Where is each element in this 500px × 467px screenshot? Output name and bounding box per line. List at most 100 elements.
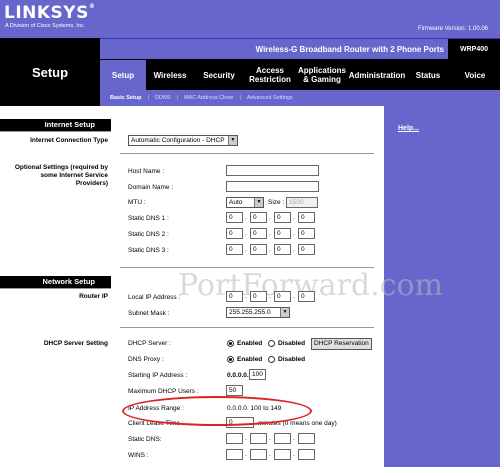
ip-separator: .: [245, 230, 247, 237]
section-divider: [0, 288, 111, 289]
subtab-separator: |: [176, 95, 178, 101]
dhcp-static-dns-label: Static DNS:: [128, 436, 162, 443]
subnet-mask-label: Subnet Mask :: [128, 310, 170, 317]
ip-separator: .: [293, 435, 295, 442]
subnet-mask-select[interactable]: 255.255.255.0 ▼: [226, 307, 290, 318]
dhcp-disabled-radio[interactable]: [268, 340, 275, 347]
tab-wireless[interactable]: Wireless: [146, 60, 194, 90]
ip-separator: .: [293, 246, 295, 253]
ip-octet-input[interactable]: [298, 433, 315, 444]
subtab-advanced-settings[interactable]: Advanced Settings: [247, 95, 293, 101]
dhcp-enabled-radio[interactable]: [227, 340, 234, 347]
ip-octet-input[interactable]: 0: [250, 212, 267, 223]
ip-octet-input[interactable]: [274, 433, 291, 444]
ip-octet-input[interactable]: 0: [274, 228, 291, 239]
dns-proxy-disabled-label: Disabled: [278, 356, 306, 363]
ip-separator: .: [245, 451, 247, 458]
ip-octet-input[interactable]: 0: [298, 212, 315, 223]
label-router-ip: Router IP: [79, 293, 108, 300]
help-link[interactable]: Help...: [398, 125, 419, 132]
logo-text: LINKSYS: [4, 3, 89, 23]
ip-octet-input[interactable]: [274, 449, 291, 460]
tab-administration[interactable]: Administration: [348, 60, 406, 90]
ip-octet-input[interactable]: 0: [274, 291, 291, 302]
dhcp-reservation-button[interactable]: DHCP Reservation: [311, 338, 372, 350]
chevron-down-icon: ▼: [228, 136, 237, 145]
ip-octet-input[interactable]: 0: [226, 244, 243, 255]
host-name-input[interactable]: [226, 165, 319, 176]
product-bar: Wireless-G Broadband Router with 2 Phone…: [100, 38, 500, 59]
dhcp-server-label: DHCP Server :: [128, 340, 171, 347]
section-internet-setup: Internet Setup: [0, 119, 101, 131]
mtu-select[interactable]: Auto ▼: [226, 197, 264, 208]
model-number: WRP400: [448, 39, 500, 59]
ip-octet-input[interactable]: 0: [274, 244, 291, 255]
dns-proxy-label: DNS Proxy :: [128, 356, 164, 363]
static-dns2-label: Static DNS 2 :: [128, 231, 169, 238]
starting-ip-label: Starting IP Address :: [128, 372, 188, 379]
ip-separator: .: [293, 230, 295, 237]
tab-access-restriction[interactable]: Access Restriction: [244, 60, 296, 90]
static-dns1-label: Static DNS 1 :: [128, 215, 169, 222]
max-dhcp-users-label: Maximum DHCP Users :: [128, 388, 199, 395]
ip-octet-input[interactable]: [250, 449, 267, 460]
label-dhcp-server-setting: DHCP Server Setting: [43, 340, 108, 347]
ip-octet-input[interactable]: [226, 433, 243, 444]
ip-octet-input[interactable]: 0: [226, 228, 243, 239]
ip-separator: .: [269, 230, 271, 237]
page-title: Setup: [0, 38, 100, 106]
label-optional-settings: Optional Settings (required by some Inte…: [14, 164, 108, 187]
linksys-logo: LINKSYS®: [4, 3, 95, 23]
ip-separator: .: [245, 435, 247, 442]
ip-octet-input[interactable]: [298, 449, 315, 460]
ip-octet-input[interactable]: 0: [298, 228, 315, 239]
domain-name-label: Domain Name :: [128, 184, 174, 191]
ip-separator: .: [245, 214, 247, 221]
ip-octet-input[interactable]: 0: [226, 291, 243, 302]
max-dhcp-users-input[interactable]: 50: [226, 385, 243, 396]
dns-proxy-enabled-radio[interactable]: [227, 356, 234, 363]
ip-octet-input[interactable]: 0: [250, 244, 267, 255]
ip-octet-input[interactable]: 0: [298, 291, 315, 302]
ip-separator: .: [269, 451, 271, 458]
subtab-mac-address-clone[interactable]: MAC Address Clone: [184, 95, 234, 101]
subtab-separator: |: [239, 95, 241, 101]
logo-registered: ®: [88, 3, 96, 10]
mtu-value: Auto: [229, 199, 243, 206]
dhcp-enabled-label: Enabled: [237, 340, 263, 347]
host-name-label: Host Name :: [128, 168, 165, 175]
product-name: Wireless-G Broadband Router with 2 Phone…: [255, 45, 444, 54]
starting-ip-prefix: 0.0.0.0.: [227, 372, 249, 379]
subtab-separator: |: [147, 95, 149, 101]
section-header-extension: [101, 119, 111, 131]
starting-ip-input[interactable]: 100: [249, 369, 266, 380]
ip-octet-input[interactable]: 0: [226, 212, 243, 223]
ip-octet-input[interactable]: [250, 433, 267, 444]
ip-separator: .: [293, 214, 295, 221]
connection-type-select[interactable]: Automatic Configuration - DHCP ▼: [128, 135, 238, 146]
ip-octet-input[interactable]: 0: [250, 291, 267, 302]
connection-type-value: Automatic Configuration - DHCP: [131, 137, 225, 144]
ip-octet-input[interactable]: [226, 449, 243, 460]
tab-status[interactable]: Status: [406, 60, 450, 90]
main-tabs: Setup Wireless Security Access Restricti…: [100, 60, 500, 90]
ip-octet-input[interactable]: 0: [274, 212, 291, 223]
dns-proxy-disabled-radio[interactable]: [268, 356, 275, 363]
domain-name-input[interactable]: [226, 181, 319, 192]
tab-setup[interactable]: Setup: [100, 60, 146, 90]
subnet-mask-value: 255.255.255.0: [229, 309, 271, 316]
tab-security[interactable]: Security: [194, 60, 244, 90]
tab-voice[interactable]: Voice: [450, 60, 500, 90]
local-ip-label: Local IP Address :: [128, 294, 181, 301]
mtu-label: MTU :: [128, 199, 146, 206]
ip-separator: .: [245, 293, 247, 300]
ip-octet-input[interactable]: 0: [298, 244, 315, 255]
mtu-size-input[interactable]: 1500: [286, 197, 318, 208]
ip-separator: .: [269, 293, 271, 300]
subtab-ddns[interactable]: DDNS: [155, 95, 171, 101]
ip-separator: .: [293, 293, 295, 300]
ip-separator: .: [269, 214, 271, 221]
ip-octet-input[interactable]: 0: [250, 228, 267, 239]
tab-applications-gaming[interactable]: Applications & Gaming: [296, 60, 348, 90]
subtab-basic-setup[interactable]: Basic Setup: [110, 95, 141, 101]
